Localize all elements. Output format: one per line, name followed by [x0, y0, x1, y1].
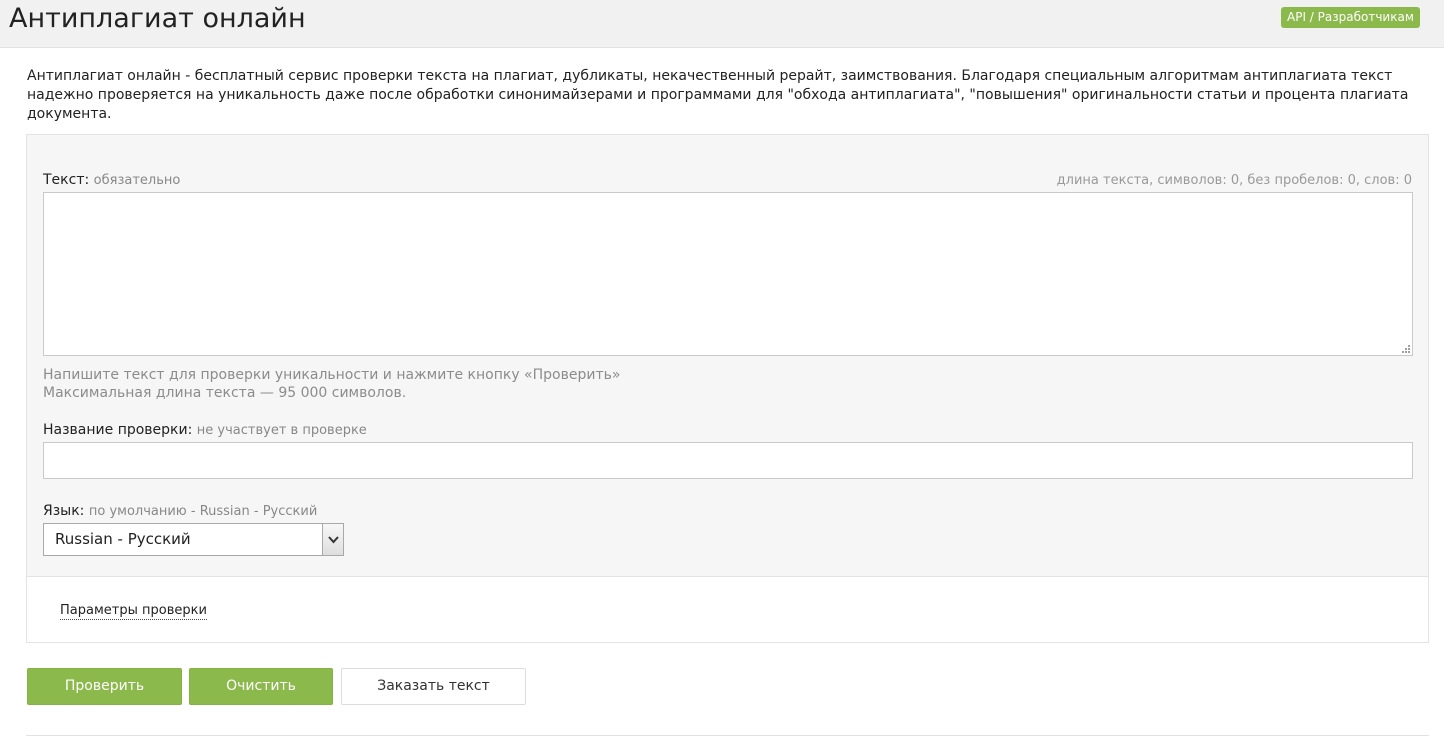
language-hint: по умолчанию - Russian - Русский — [88, 504, 318, 519]
text-field-label: Текст: обязательно — [43, 171, 180, 190]
check-form: Текст: обязательно длина текста, символо… — [26, 134, 1429, 643]
check-params-link[interactable]: Параметры проверки — [60, 602, 207, 620]
api-developers-link[interactable]: API / Разработчикам — [1281, 7, 1420, 28]
text-label: Текст: — [43, 172, 90, 188]
page-title: Антиплагиат онлайн — [9, 3, 306, 34]
language-field-label: Язык: по умолчанию - Russian - Русский — [43, 502, 317, 521]
check-button[interactable]: Проверить — [27, 668, 182, 705]
form-fields-area: Текст: обязательно длина текста, символо… — [27, 135, 1428, 577]
chevron-down-icon — [328, 536, 339, 544]
service-description: Антиплагиат онлайн - бесплатный сервис п… — [27, 68, 1409, 122]
text-required-hint: обязательно — [93, 173, 181, 188]
order-text-button[interactable]: Заказать текст — [341, 668, 526, 705]
text-length-counter: длина текста, символов: 0, без пробелов:… — [1056, 173, 1412, 188]
divider — [26, 735, 1429, 736]
clear-button[interactable]: Очистить — [189, 668, 333, 705]
resize-grip-icon[interactable] — [1399, 342, 1411, 354]
text-help-line-2: Максимальная длина текста — 95 000 симво… — [43, 385, 407, 401]
name-label: Название проверки: — [43, 422, 193, 438]
language-label: Язык: — [43, 503, 85, 519]
language-select[interactable]: Russian - Русский — [43, 523, 344, 556]
text-help: Напишите текст для проверки уникальности… — [43, 366, 620, 402]
text-input[interactable] — [43, 192, 1413, 356]
name-field-label: Название проверки: не участвует в провер… — [43, 421, 367, 440]
select-arrow-button[interactable] — [322, 524, 343, 555]
language-selected-value: Russian - Русский — [55, 530, 191, 548]
name-hint: не участвует в проверке — [196, 423, 367, 438]
check-name-input[interactable] — [43, 442, 1413, 479]
text-help-line-1: Напишите текст для проверки уникальности… — [43, 367, 621, 383]
header-bar: Антиплагиат онлайн API / Разработчикам — [0, 0, 1444, 48]
